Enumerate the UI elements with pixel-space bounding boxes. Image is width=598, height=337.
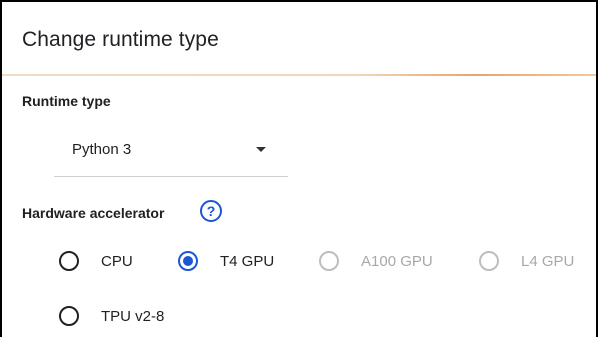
runtime-type-select[interactable]: Python 3 [54,128,288,177]
title-divider [2,74,596,76]
radio-button-a100-gpu [319,251,339,271]
radio-button-t4-gpu[interactable] [178,251,198,271]
radio-option-tpu-v2-8[interactable]: TPU v2-8 [59,301,164,331]
radio-label-l4-gpu: L4 GPU [521,252,575,270]
radio-option-t4-gpu[interactable]: T4 GPU [178,246,274,276]
runtime-type-label: Runtime type [22,93,111,109]
radio-label-tpu-v2-8: TPU v2-8 [101,307,165,325]
dialog-title: Change runtime type [22,28,219,51]
radio-button-l4-gpu [479,251,499,271]
radio-label-cpu: CPU [101,252,133,270]
caret-down-icon [256,147,266,152]
radio-option-cpu[interactable]: CPU [59,246,133,276]
radio-label-t4-gpu: T4 GPU [220,252,275,270]
radio-button-cpu[interactable] [59,251,79,271]
help-question-icon[interactable]: ? [200,200,222,222]
radio-option-a100-gpu: A100 GPU [319,246,433,276]
radio-button-tpu-v2-8[interactable] [59,306,79,326]
radio-label-a100-gpu: A100 GPU [361,252,433,270]
runtime-type-value: Python 3 [72,141,132,158]
radio-option-l4-gpu: L4 GPU [479,246,574,276]
hardware-accelerator-label: Hardware accelerator [22,205,165,221]
